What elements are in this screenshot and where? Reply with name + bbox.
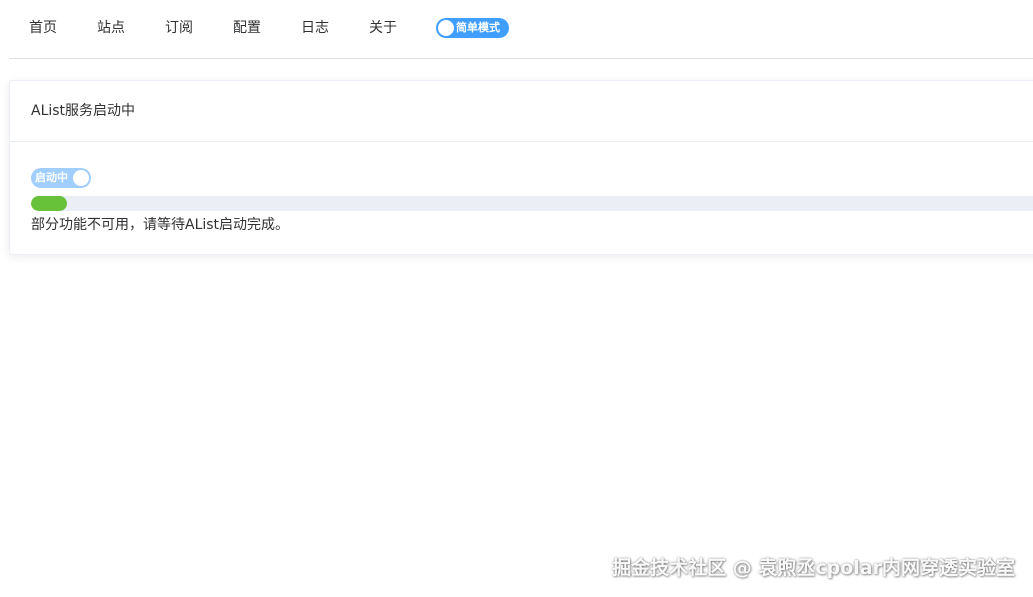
- simple-mode-toggle[interactable]: 简单模式: [436, 18, 509, 38]
- toggle-knob: [438, 20, 454, 36]
- nav-item-logs[interactable]: 日志: [301, 19, 329, 37]
- startup-progress-fill: [31, 196, 67, 211]
- nav-item-subscriptions[interactable]: 订阅: [165, 19, 193, 37]
- watermark: 掘金技术社区 @ 袁煦丞cpolar内网穿透实验室: [612, 557, 1015, 579]
- simple-mode-label: 简单模式: [456, 21, 500, 34]
- alist-running-toggle[interactable]: 启动中: [31, 168, 91, 188]
- top-nav: 首页 站点 订阅 配置 日志 关于 简单模式: [0, 0, 1033, 58]
- nav-item-config[interactable]: 配置: [233, 19, 261, 37]
- nav-item-home[interactable]: 首页: [29, 19, 57, 37]
- nav-item-sites[interactable]: 站点: [97, 19, 125, 37]
- card-title: AList服务启动中: [31, 103, 136, 119]
- nav-divider: [9, 58, 1033, 59]
- nav-item-about[interactable]: 关于: [369, 19, 397, 37]
- status-message: 部分功能不可用，请等待AList启动完成。: [31, 217, 290, 233]
- alist-running-label: 启动中: [35, 171, 68, 184]
- card-header: AList服务启动中: [10, 81, 1033, 142]
- startup-progress-bar: [31, 196, 1033, 211]
- alist-status-card: AList服务启动中 启动中 部分功能不可用，请等待AList启动完成。: [9, 80, 1033, 255]
- toggle-knob: [73, 170, 89, 186]
